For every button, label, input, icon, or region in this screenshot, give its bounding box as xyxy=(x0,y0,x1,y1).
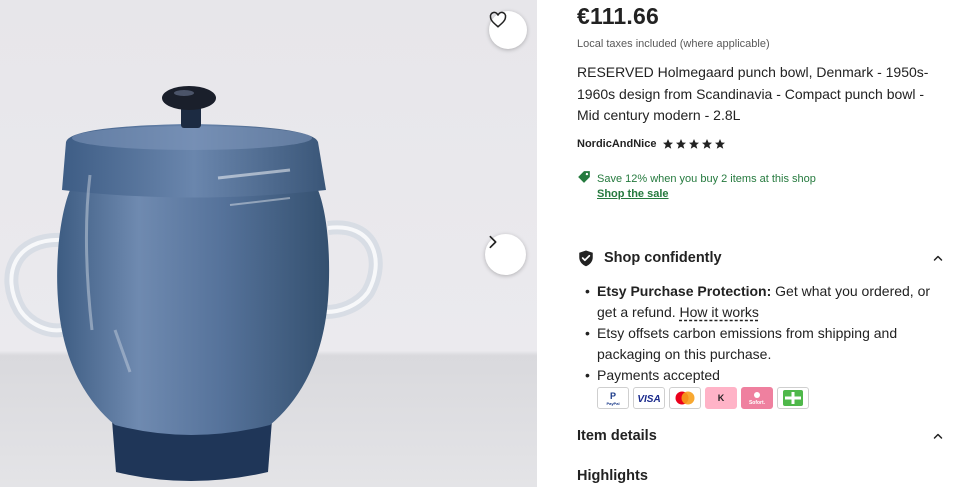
favorite-button[interactable] xyxy=(489,11,527,49)
shield-check-icon xyxy=(579,250,593,267)
star-icon xyxy=(676,139,687,149)
star-icon xyxy=(689,139,700,149)
svg-text:P: P xyxy=(610,391,616,401)
carbon-offset-item: Etsy offsets carbon emissions from shipp… xyxy=(585,323,947,365)
purchase-protection-item: Etsy Purchase Protection: Get what you o… xyxy=(585,281,947,323)
listing-title: RESERVED Holmegaard punch bowl, Denmark … xyxy=(577,64,929,123)
highlights-heading: Highlights xyxy=(577,468,648,484)
price: €111.66 xyxy=(577,3,660,29)
star-icon xyxy=(663,139,674,149)
sale-text: Save 12% when you buy 2 items at this sh… xyxy=(597,173,816,185)
next-image-button[interactable] xyxy=(485,234,526,275)
visa-icon: VISA xyxy=(633,387,665,409)
item-details-toggle[interactable]: Item details xyxy=(577,428,944,444)
payment-methods: P PayPal VISA K Sofort. xyxy=(597,387,947,409)
svg-text:K: K xyxy=(718,393,725,403)
heart-icon xyxy=(489,11,507,28)
listing-info-panel: €111.66 Local taxes included (where appl… xyxy=(577,0,947,487)
sale-promo: Save 12% when you buy 2 items at this sh… xyxy=(577,169,816,200)
chevron-up-icon xyxy=(933,433,943,439)
chevron-right-icon xyxy=(489,235,497,249)
chevron-up-icon xyxy=(933,255,943,261)
star-icon xyxy=(715,139,726,149)
shop-confidently-title: Shop confidently xyxy=(604,250,722,266)
svg-text:PayPal: PayPal xyxy=(606,401,619,406)
shop-name-link[interactable]: NordicAndNice xyxy=(577,138,656,150)
shop-confidently-list: Etsy Purchase Protection: Get what you o… xyxy=(585,281,947,409)
giropay-icon xyxy=(777,387,809,409)
payments-accepted-label: Payments accepted xyxy=(585,365,947,386)
star-icon xyxy=(702,139,713,149)
shop-the-sale-link[interactable]: Shop the sale xyxy=(597,188,816,200)
sofort-icon: Sofort. xyxy=(741,387,773,409)
product-image-gallery[interactable] xyxy=(0,0,537,487)
tag-icon xyxy=(578,171,590,183)
svg-text:VISA: VISA xyxy=(637,394,660,404)
klarna-icon: K xyxy=(705,387,737,409)
product-image xyxy=(0,0,537,487)
shop-confidently-toggle[interactable]: Shop confidently xyxy=(577,249,944,267)
paypal-icon: P PayPal xyxy=(597,387,629,409)
star-rating xyxy=(662,138,726,150)
taxes-note: Local taxes included (where applicable) xyxy=(577,38,770,50)
how-it-works-link[interactable]: How it works xyxy=(680,304,759,320)
item-details-title: Item details xyxy=(577,428,657,444)
svg-text:Sofort.: Sofort. xyxy=(749,400,766,406)
mastercard-icon xyxy=(669,387,701,409)
purchase-protection-label: Etsy Purchase Protection: xyxy=(597,283,772,299)
shop-rating-row: NordicAndNice xyxy=(577,138,726,150)
